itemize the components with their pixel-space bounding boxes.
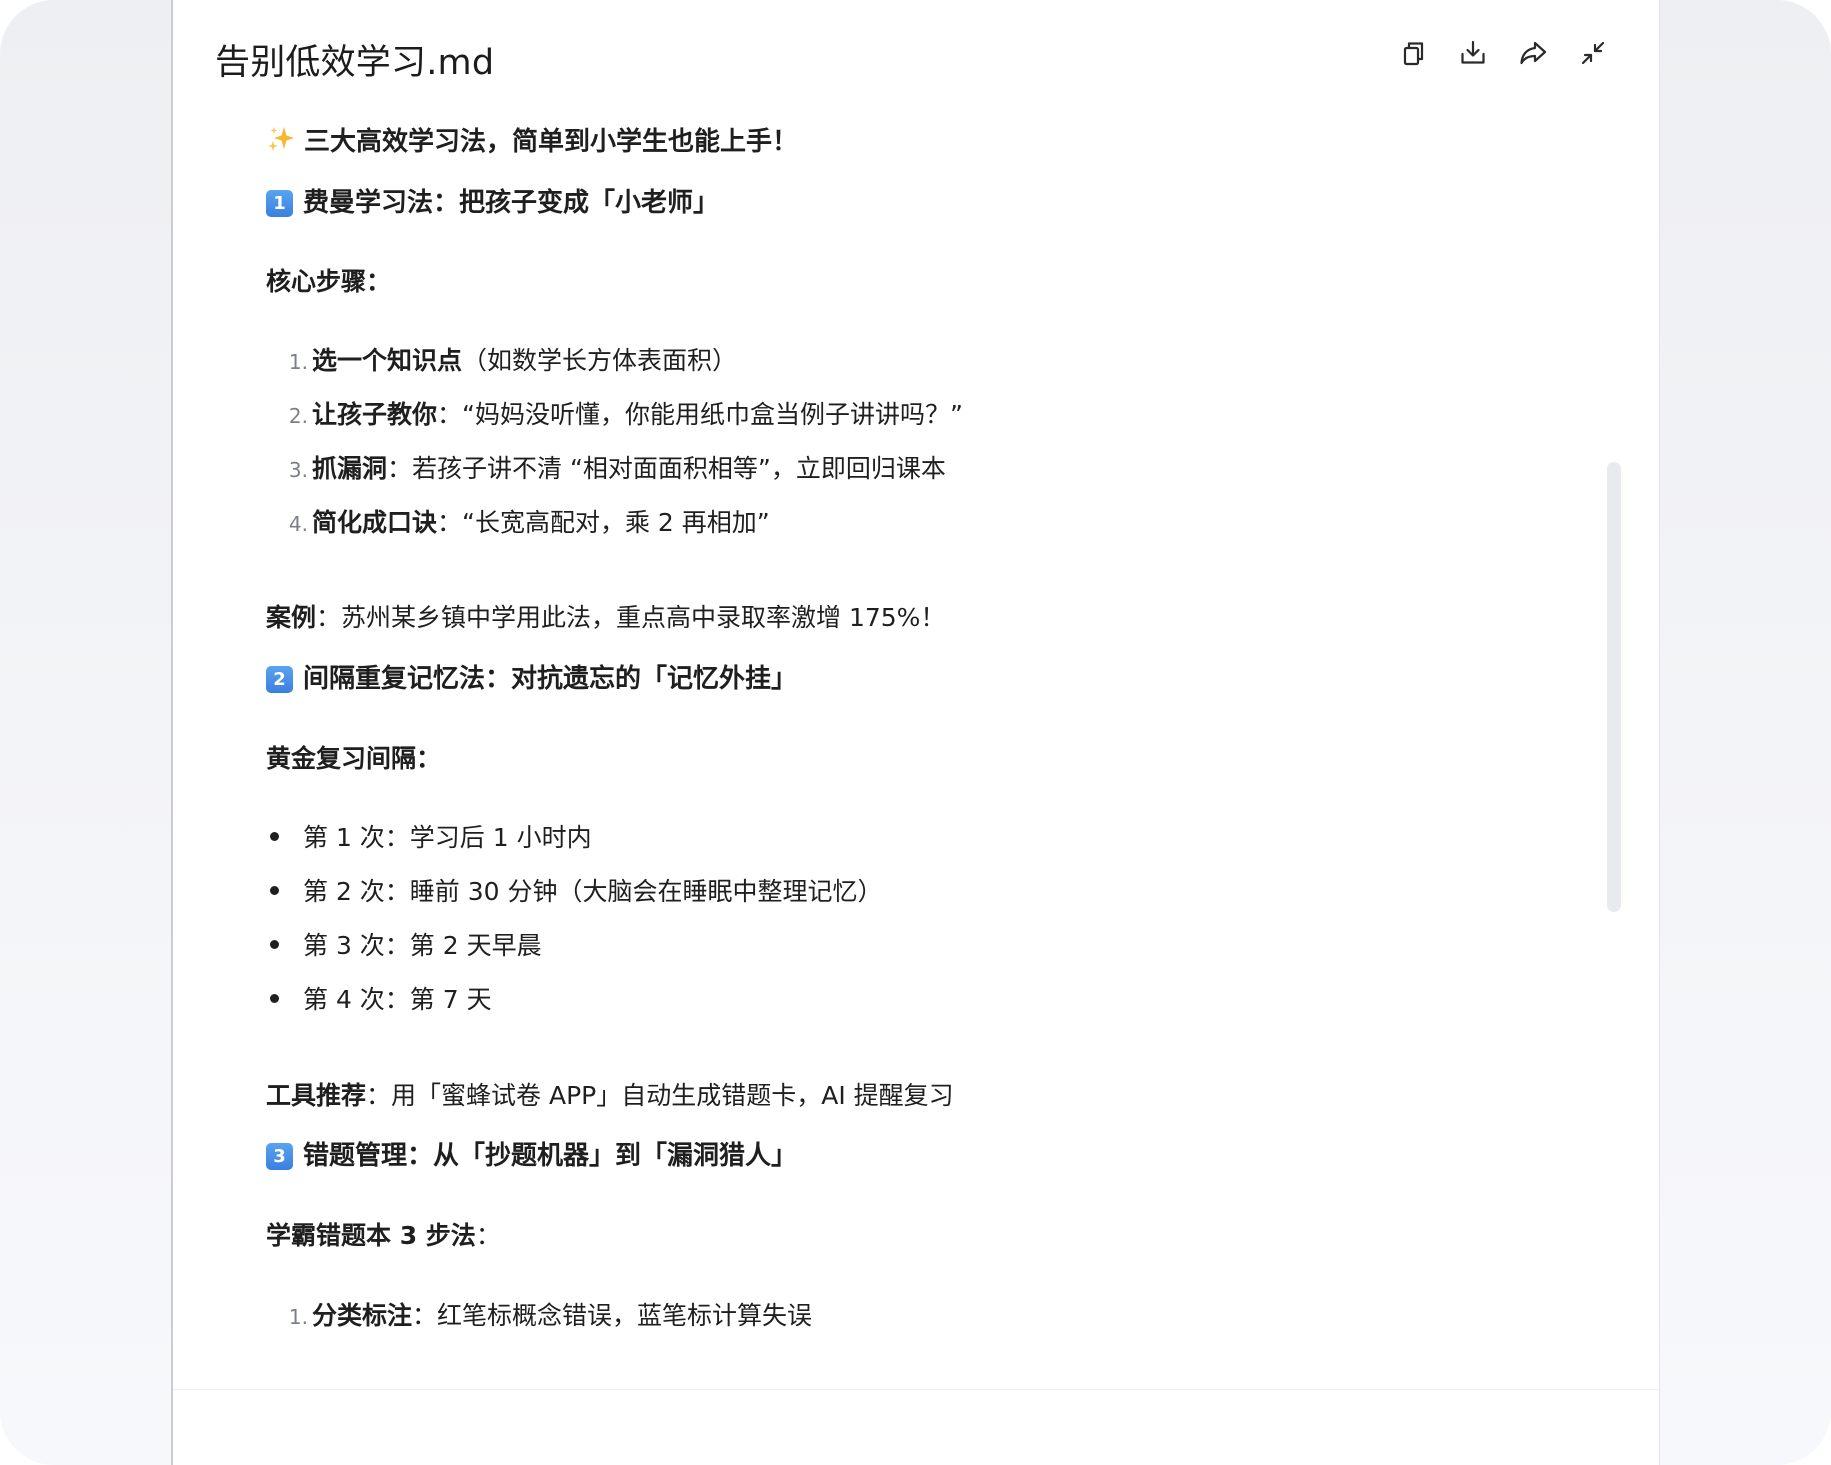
- download-icon: [1461, 40, 1485, 64]
- collapse-icon: [1581, 41, 1605, 65]
- section-heading: 2 间隔重复记忆法：对抗遗忘的「记忆外挂」: [266, 661, 797, 697]
- section-sub-label: 核心步骤：: [266, 267, 392, 296]
- section-sub-label: 学霸错题本 3 步法：: [266, 1221, 501, 1250]
- section-note: 案例：苏州某乡镇中学用此法，重点高中录取率激增 175%！: [266, 603, 946, 632]
- download-button[interactable]: [1457, 36, 1489, 70]
- keycap-3-icon: 3: [266, 1143, 293, 1170]
- section-heading-text: 错题管理：从「抄题机器」到「漏洞猎人」: [303, 1141, 798, 1171]
- bullet-dot: [270, 886, 279, 895]
- list-item: 1. 选一个知识点（如数学长方体表面积）: [288, 346, 738, 375]
- share-button[interactable]: [1517, 36, 1549, 70]
- vertical-scrollbar[interactable]: [1607, 462, 1621, 912]
- list-item: 1. 分类标注：红笔标概念错误，蓝笔标计算失误: [288, 1301, 813, 1330]
- list-item: 第 3 次：第 2 天早晨: [266, 928, 542, 963]
- list-item: 4. 简化成口诀：“长宽高配对，乘 2 再相加”: [288, 508, 770, 537]
- viewer-header: 告别低效学习.md: [173, 0, 1659, 114]
- list-item: 第 4 次：第 7 天: [266, 982, 492, 1017]
- intro-line: 三大高效学习法，简单到小学生也能上手！: [266, 124, 798, 160]
- footer-divider: [173, 1389, 1659, 1390]
- copy-button[interactable]: [1397, 36, 1429, 70]
- copy-icon: [1403, 42, 1424, 66]
- bullet-dot: [270, 994, 279, 1003]
- document-title: 告别低效学习.md: [215, 43, 495, 83]
- intro-text: 三大高效学习法，简单到小学生也能上手！: [304, 127, 799, 157]
- bullet-dot: [270, 832, 279, 841]
- app-background: 告别低效学习.md 三大高效学习法，简单到小学生也能上手！ 1 费曼学习法：把孩…: [0, 0, 1831, 1465]
- collapse-button[interactable]: [1577, 36, 1609, 70]
- section-heading-text: 间隔重复记忆法：对抗遗忘的「记忆外挂」: [303, 664, 798, 694]
- section-heading-text: 费曼学习法：把孩子变成「小老师」: [303, 188, 720, 218]
- document-content: 三大高效学习法，简单到小学生也能上手！ 1 费曼学习法：把孩子变成「小老师」 核心…: [266, 114, 1506, 1389]
- list-item: 第 2 次：睡前 30 分钟（大脑会在睡眠中整理记忆）: [266, 874, 883, 909]
- bullet-dot: [270, 940, 279, 949]
- keycap-2-icon: 2: [266, 666, 293, 693]
- list-item: 第 1 次：学习后 1 小时内: [266, 820, 592, 855]
- section-heading: 1 费曼学习法：把孩子变成「小老师」: [266, 185, 719, 221]
- list-item: 2. 让孩子教你：“妈妈没听懂，你能用纸巾盒当例子讲讲吗？”: [288, 400, 963, 429]
- keycap-1-icon: 1: [266, 190, 293, 217]
- document-viewer: 告别低效学习.md 三大高效学习法，简单到小学生也能上手！ 1 费曼学习法：把孩…: [171, 0, 1660, 1465]
- share-icon: [1520, 41, 1547, 65]
- section-note: 工具推荐：用「蜜蜂试卷 APP」自动生成错题卡，AI 提醒复习: [266, 1081, 954, 1110]
- sparkle-icon: [268, 127, 294, 151]
- viewer-toolbar: [1397, 36, 1609, 70]
- section-sub-label: 黄金复习间隔：: [266, 744, 442, 773]
- list-item: 3. 抓漏洞：若孩子讲不清 “相对面面积相等”，立即回归课本: [288, 454, 946, 483]
- section-heading: 3 错题管理：从「抄题机器」到「漏洞猎人」: [266, 1138, 797, 1174]
